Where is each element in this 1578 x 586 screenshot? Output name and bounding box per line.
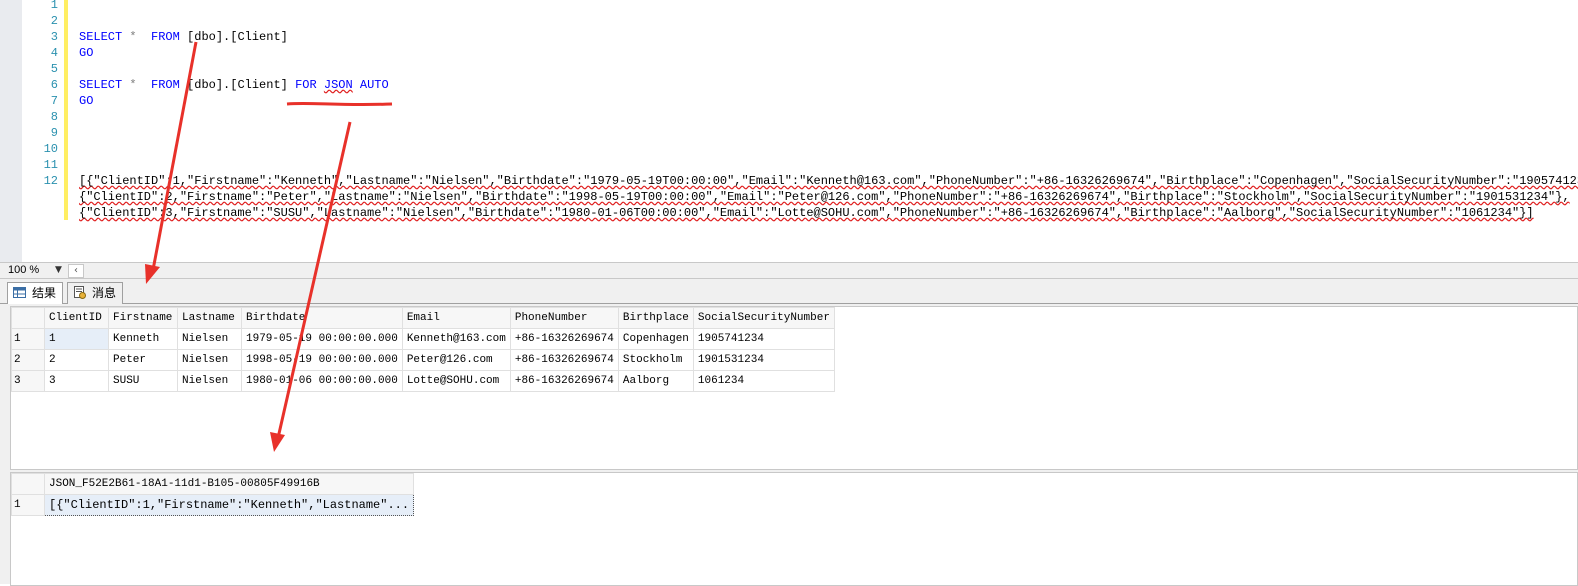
annotation-arrow-2 [270,121,352,452]
annotation-overlay [145,41,393,452]
annotation-arrow-1 [145,41,198,284]
annotation-underline [286,101,393,107]
